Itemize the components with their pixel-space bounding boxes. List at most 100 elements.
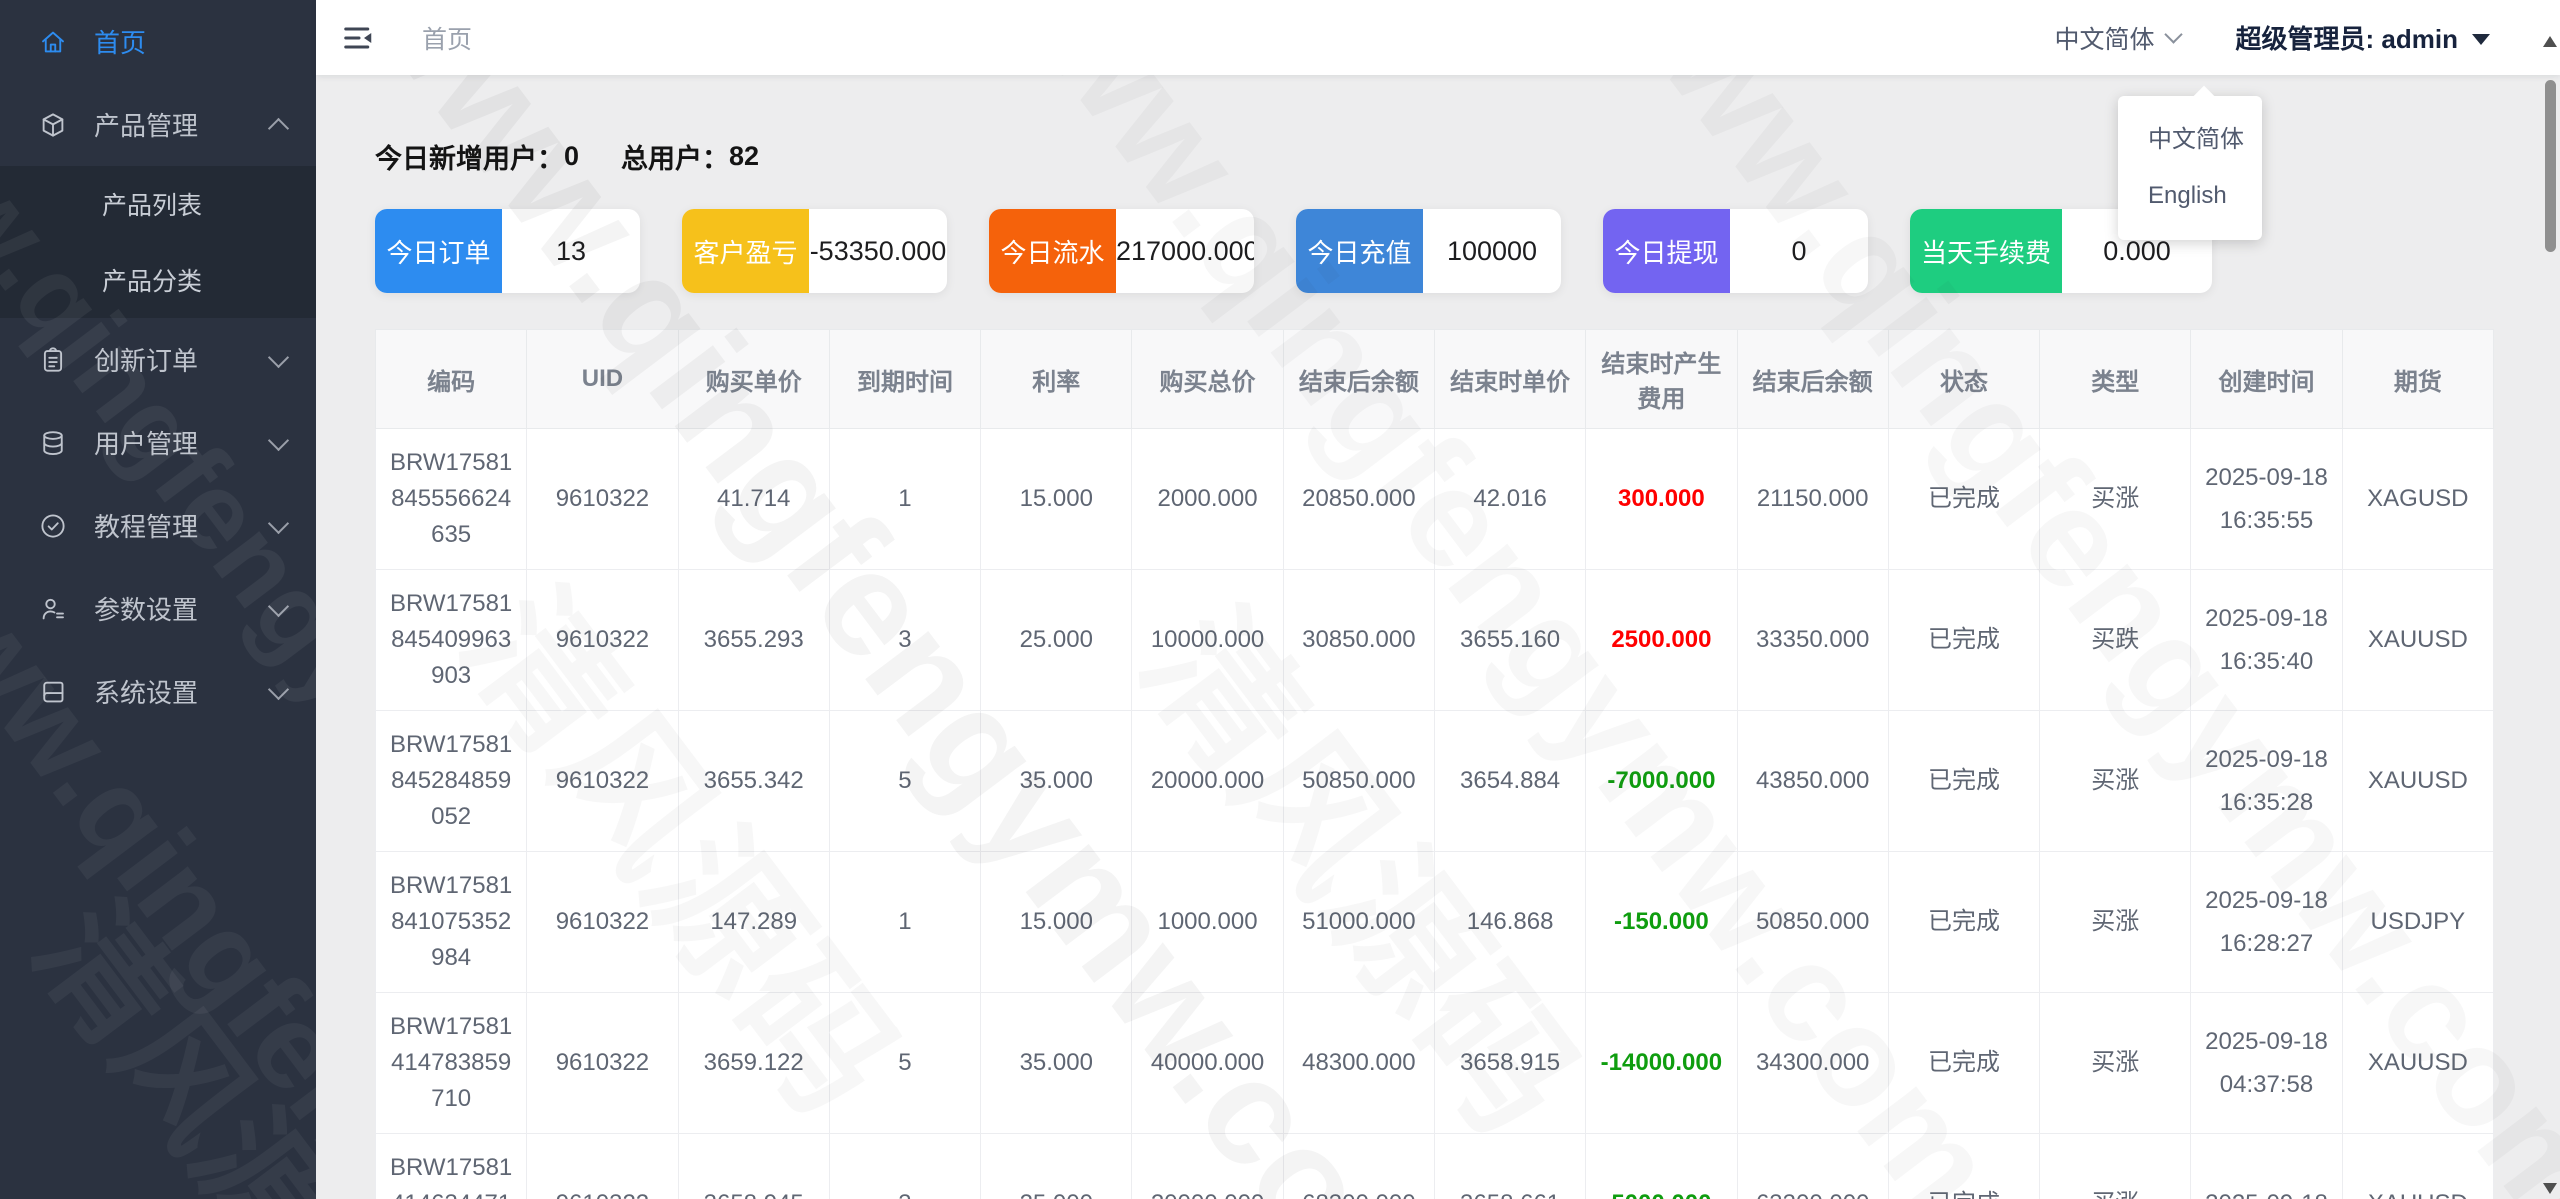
- cell-total: 40000.000: [1131, 992, 1284, 1134]
- cell-buy_price: 3658.945: [677, 1133, 830, 1199]
- scrollbar-thumb[interactable]: [2545, 80, 2556, 252]
- sidebar-item-label: 参数设置: [94, 595, 199, 625]
- sidebar-item-order[interactable]: 创新订单: [0, 318, 316, 401]
- cell-status: 已完成: [1887, 428, 2041, 570]
- app-root: 首页产品管理产品列表 产品分类 创新订单 用户管理 教程管理参数设置系统设置 首页 中文…: [0, 0, 2560, 1199]
- cell-total: 10000.000: [1131, 569, 1284, 711]
- table-row: BRW17581841075352984 9610322 147.289 1 15.00…: [374, 851, 2495, 993]
- stat-card-value: -53350.000: [809, 235, 947, 266]
- menu-collapse-icon[interactable]: [340, 21, 380, 55]
- language-option-en[interactable]: English: [2118, 168, 2262, 224]
- stat-card-value: 0: [1791, 235, 1807, 266]
- cell-code: BRW17581845284859052: [374, 710, 528, 852]
- language-dropdown: 中文简体 English: [2118, 85, 2262, 240]
- sidebar-item-product[interactable]: 产品管理: [0, 83, 316, 166]
- cell-code: BRW17581841075352984: [374, 851, 528, 993]
- cell-balance_after: 20850.000: [1282, 428, 1435, 570]
- sidebar-item-label: 首页: [94, 28, 147, 58]
- stat-card-value: 217000.000: [1116, 235, 1254, 266]
- cell-status: 已完成: [1887, 851, 2041, 993]
- sidebar: 首页产品管理产品列表 产品分类 创新订单 用户管理 教程管理参数设置系统设置: [0, 0, 316, 1199]
- sidebar-menu: 首页产品管理产品列表 产品分类 创新订单 用户管理 教程管理参数设置系统设置: [0, 0, 316, 733]
- cell-end_price: 146.868: [1433, 851, 1587, 993]
- params-icon: [38, 594, 68, 624]
- submenu-product: 产品列表 产品分类: [0, 166, 316, 318]
- sidebar-item-params[interactable]: 参数设置: [0, 567, 316, 650]
- cell-type: 买涨: [2039, 851, 2192, 993]
- user-menu[interactable]: 超级管理员: admin: [2236, 19, 2490, 56]
- cell-code: BRW17581414783859710: [374, 992, 528, 1134]
- cell-expire: 3: [828, 569, 982, 711]
- sidebar-item-system[interactable]: 系统设置: [0, 650, 316, 733]
- sidebar-item-tutorial[interactable]: 教程管理: [0, 484, 316, 567]
- column-header-10: 状态: [1887, 329, 2041, 429]
- column-header-4: 利率: [980, 329, 1133, 429]
- language-option-zh[interactable]: 中文简体: [2118, 112, 2262, 168]
- cell-created: 2025-09-18 04:37:58: [2190, 992, 2343, 1134]
- cell-end_balance: 21150.000: [1736, 428, 1889, 570]
- cell-buy_price: 41.714: [677, 428, 830, 570]
- cell-rate: 35.000: [980, 992, 1133, 1134]
- sidebar-subitem-product-list[interactable]: 产品列表: [0, 166, 316, 242]
- cell-created: 2025-09-18 16:35:40: [2190, 569, 2343, 711]
- column-header-0: 编码: [374, 329, 528, 429]
- stat-card-customer-pnl: 客户盈亏 -53350.000: [682, 209, 947, 293]
- cell-balance_after: 68300.000: [1282, 1133, 1435, 1199]
- cell-end_balance: 50850.000: [1736, 851, 1889, 993]
- new-users-value: 0: [564, 140, 580, 171]
- chevron-down-icon: [267, 595, 290, 618]
- cell-end_balance: 34300.000: [1736, 992, 1889, 1134]
- scroll-up-arrow-icon[interactable]: [2543, 36, 2557, 47]
- cell-fee: -7000.000: [1585, 710, 1738, 852]
- column-header-13: 期货: [2341, 329, 2495, 429]
- table-header-row: 编码 UID 购买单价 到期时间 利率 购买总价 结束后余额 结束时单价 结束时产生费用 结束后余…: [374, 329, 2495, 429]
- cell-type: 买涨: [2039, 1133, 2192, 1199]
- cell-uid: 9610322: [526, 851, 679, 993]
- cell-end_balance: 43850.000: [1736, 710, 1889, 852]
- stat-card-value: 13: [555, 235, 587, 266]
- column-header-1: UID: [526, 329, 679, 429]
- total-users-value: 82: [729, 140, 760, 171]
- cell-expire: 5: [828, 992, 982, 1134]
- chevron-down-icon: [267, 429, 290, 452]
- orders-table: 编码 UID 购买单价 到期时间 利率 购买总价 结束后余额 结束时单价 结束时产生费用 结束后余…: [374, 329, 2495, 1199]
- order-icon: [38, 345, 68, 375]
- topbar: 首页 中文简体 超级管理员: admin: [316, 0, 2560, 75]
- cell-expire: 5: [828, 710, 982, 852]
- language-selector[interactable]: 中文简体: [2055, 20, 2183, 56]
- cell-status: 已完成: [1887, 710, 2041, 852]
- cell-created: 2025-09-18 16:35:55: [2190, 428, 2343, 570]
- cell-rate: 25.000: [980, 1133, 1133, 1199]
- product-icon: [38, 110, 68, 140]
- cell-futures: XAUUSD: [2341, 1133, 2495, 1199]
- chevron-down-icon: [267, 346, 290, 369]
- cell-balance_after: 50850.000: [1282, 710, 1435, 852]
- sidebar-subitem-product-category[interactable]: 产品分类: [0, 242, 316, 318]
- cell-rate: 15.000: [980, 428, 1133, 570]
- column-header-5: 购买总价: [1131, 329, 1284, 429]
- breadcrumb[interactable]: 首页: [422, 20, 472, 56]
- sidebar-item-home[interactable]: 首页: [0, 0, 316, 83]
- table-row: BRW17581845284859052 9610322 3655.342 5 35.0…: [374, 710, 2495, 852]
- column-header-9: 结束后余额: [1736, 329, 1889, 429]
- cell-uid: 9610322: [526, 428, 679, 570]
- sidebar-item-user[interactable]: 用户管理: [0, 401, 316, 484]
- stat-card-label: 今日充值: [1296, 209, 1423, 293]
- stat-card-today-withdraw: 今日提现 0: [1603, 209, 1868, 293]
- cell-fee: -14000.000: [1585, 992, 1738, 1134]
- column-header-6: 结束后余额: [1282, 329, 1435, 429]
- cell-expire: 1: [828, 428, 982, 570]
- scroll-down-arrow-icon[interactable]: [2543, 1183, 2557, 1194]
- users-icon: [38, 428, 68, 458]
- tutorial-icon: [38, 511, 68, 541]
- stat-card-label: 今日订单: [375, 209, 502, 293]
- caret-down-icon: [2472, 33, 2490, 45]
- cell-buy_price: 3659.122: [677, 992, 830, 1134]
- cell-futures: XAUUSD: [2341, 710, 2495, 852]
- cell-code: BRW17581845409963903: [374, 569, 528, 711]
- stat-card-label: 当天手续费: [1910, 209, 2062, 293]
- column-header-3: 到期时间: [828, 329, 982, 429]
- sidebar-item-label: 产品管理: [94, 111, 199, 141]
- cell-total: 2000.000: [1131, 428, 1284, 570]
- scrollbar[interactable]: [2540, 0, 2560, 1199]
